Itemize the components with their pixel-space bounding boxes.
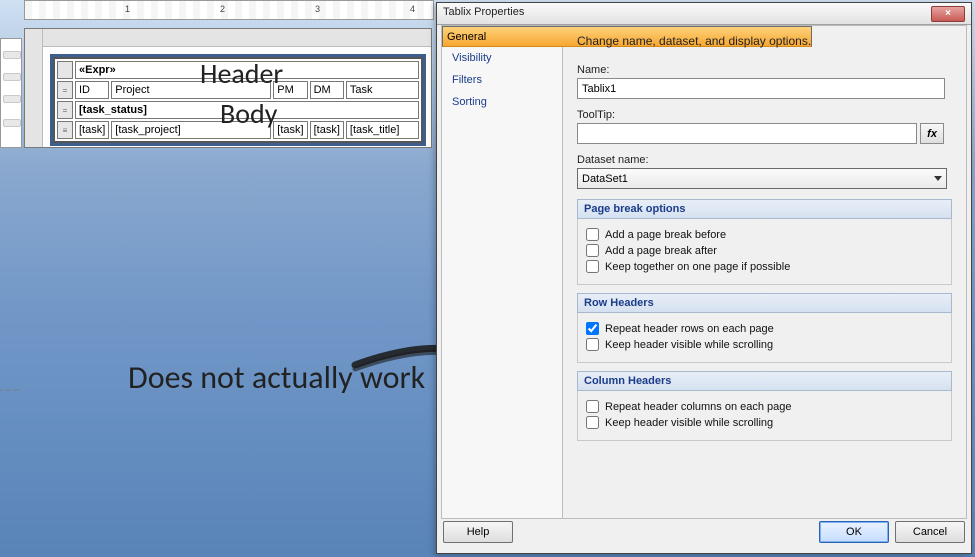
close-button[interactable]: × — [931, 6, 965, 22]
row-grip-icon[interactable] — [3, 73, 21, 81]
nav-sorting[interactable]: Sorting — [442, 91, 562, 113]
pagebreak-group-header: Page break options — [577, 199, 952, 219]
ruler-mark: 1 — [125, 4, 130, 14]
row-handle[interactable]: = — [57, 81, 73, 99]
col-headers-scroll-checkbox[interactable]: Keep header visible while scrolling — [586, 416, 943, 429]
row-headers-scroll-checkbox[interactable]: Keep header visible while scrolling — [586, 338, 943, 351]
expression-button[interactable]: fx — [920, 123, 944, 144]
help-button[interactable]: Help — [443, 521, 513, 543]
dialog-title: Tablix Properties — [443, 6, 524, 21]
tooltip-input[interactable] — [577, 123, 917, 144]
row-handle[interactable]: = — [57, 101, 73, 119]
detail-cell[interactable]: [task] — [273, 121, 307, 139]
name-label: Name: — [577, 64, 952, 76]
dataset-select[interactable]: DataSet1 — [577, 168, 947, 189]
dialog-subtitle: Change name, dataset, and display option… — [577, 34, 952, 48]
annotation-text: Body — [220, 96, 277, 131]
pagebreak-before-checkbox[interactable]: Add a page break before — [586, 228, 943, 241]
pagebreak-after-checkbox[interactable]: Add a page break after — [586, 244, 943, 257]
keep-together-checkbox[interactable]: Keep together on one page if possible — [586, 260, 943, 273]
row-grip-icon[interactable] — [3, 119, 21, 127]
tooltip-label: ToolTip: — [577, 109, 952, 121]
cancel-button[interactable]: Cancel — [895, 521, 965, 543]
horizontal-ruler: 1 2 3 4 — [24, 0, 434, 20]
repeat-row-headers-checkbox[interactable]: Repeat header rows on each page — [586, 322, 943, 335]
row-headers-group-header: Row Headers — [577, 293, 952, 313]
vertical-ruler — [0, 38, 22, 148]
ruler-mark: 4 — [410, 4, 415, 14]
ok-button[interactable]: OK — [819, 521, 889, 543]
detail-cell[interactable]: [task_title] — [346, 121, 419, 139]
dialog-nav: General Visibility Filters Sorting — [441, 25, 563, 519]
row-handle[interactable] — [57, 61, 73, 79]
repeat-col-headers-checkbox[interactable]: Repeat header columns on each page — [586, 400, 943, 413]
header-cell[interactable]: Task — [346, 81, 419, 99]
chevron-down-icon — [934, 176, 942, 181]
dataset-label: Dataset name: — [577, 154, 952, 166]
dataset-select-value: DataSet1 — [582, 173, 628, 185]
row-grip-icon[interactable] — [3, 51, 21, 59]
detail-cell[interactable]: [task] — [310, 121, 344, 139]
row-grip-icon[interactable] — [3, 95, 21, 103]
detail-cell[interactable]: [task] — [75, 121, 109, 139]
nav-visibility[interactable]: Visibility — [442, 47, 562, 69]
tablix-properties-dialog: Tablix Properties × General Visibility F… — [436, 2, 972, 554]
header-cell[interactable]: DM — [310, 81, 344, 99]
nav-filters[interactable]: Filters — [442, 69, 562, 91]
name-input[interactable] — [577, 78, 945, 99]
annotation-text: Header — [200, 56, 283, 91]
column-headers-group-header: Column Headers — [577, 371, 952, 391]
ruler-mark: 3 — [315, 4, 320, 14]
header-cell[interactable]: ID — [75, 81, 109, 99]
row-handle[interactable]: ≡ — [57, 121, 73, 139]
ruler-mark: 2 — [220, 4, 225, 14]
